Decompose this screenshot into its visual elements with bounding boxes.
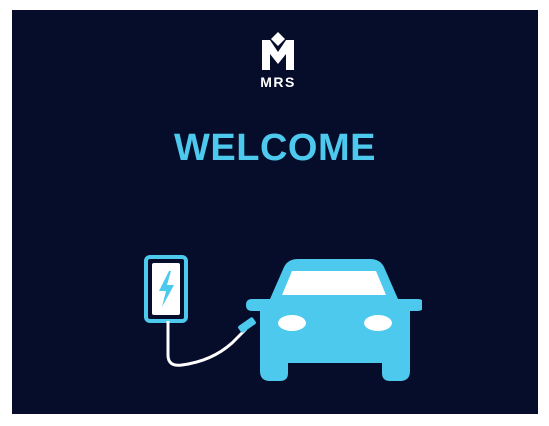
welcome-screen: MRS WELCOME: [12, 10, 538, 414]
ev-charging-illustration: [144, 255, 422, 381]
welcome-heading: WELCOME: [174, 127, 376, 169]
mrs-logo: MRS: [258, 30, 298, 90]
charging-cable: [166, 321, 248, 367]
car-front-icon: [246, 259, 422, 381]
mrs-logo-icon: [262, 32, 294, 70]
logo-text: MRS: [260, 74, 296, 90]
